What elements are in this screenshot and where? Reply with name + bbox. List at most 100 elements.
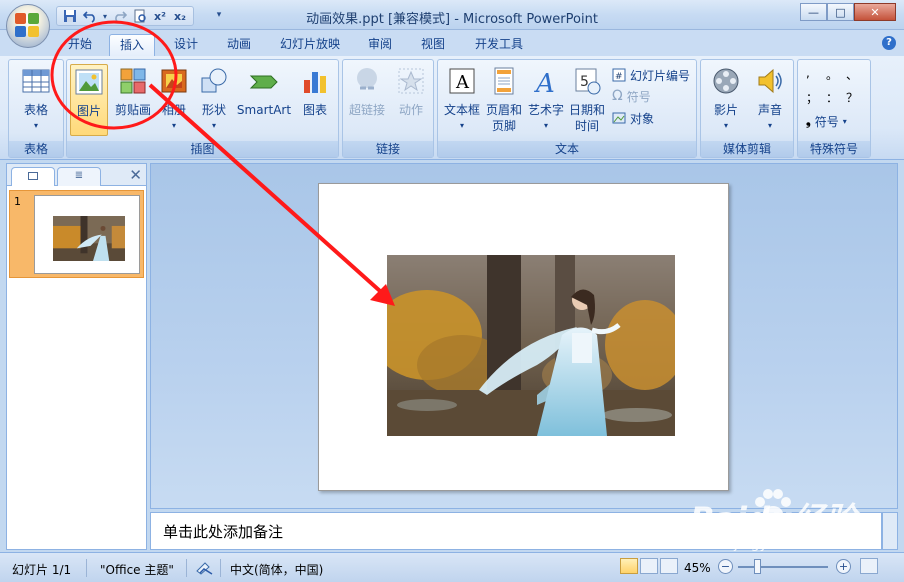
smartart-button[interactable]: SmartArt [235, 64, 293, 118]
zoom-level[interactable]: 45% [684, 561, 711, 575]
speaker-icon [758, 68, 782, 94]
group-label-table: 表格 [9, 141, 63, 157]
ribbon: 表格 ▾ 表格 图片 剪贴画 相册 ▾ 形状 ▾ SmartArt 图表 插图 … [0, 56, 904, 160]
symbol-button[interactable]: Ω 符号 [612, 87, 651, 105]
spellcheck-icon[interactable] [196, 561, 214, 578]
slideshow-view-button[interactable] [660, 558, 678, 574]
divider [86, 559, 87, 577]
action-star-icon [398, 68, 424, 94]
action-button[interactable]: 动作 [391, 64, 431, 118]
divider [186, 559, 187, 577]
office-logo-icon [15, 13, 41, 39]
header-footer-icon [494, 67, 514, 95]
tab-view[interactable]: 视图 [411, 34, 455, 56]
group-media: 影片 ▾ 声音 ▾ 媒体剪辑 [700, 59, 794, 158]
minimize-button[interactable]: — [800, 3, 827, 21]
slides-panel: ≣ ✕ 1 [6, 163, 147, 550]
table-button[interactable]: 表格 ▾ [13, 64, 59, 134]
tab-slides[interactable] [11, 167, 55, 186]
shapes-icon [201, 68, 227, 93]
photo-image [387, 255, 675, 436]
zoom-out-button[interactable]: − [718, 559, 733, 574]
tab-animations[interactable]: 动画 [217, 34, 261, 56]
tab-developer[interactable]: 开发工具 [465, 34, 533, 56]
dropdown-arrow-icon: ▾ [543, 121, 548, 130]
punct-colon[interactable]: ： [826, 89, 846, 106]
object-icon [612, 112, 626, 124]
divider [220, 559, 221, 577]
outline-tab-icon: ≣ [74, 170, 84, 181]
notes-placeholder: 单击此处添加备注 [163, 523, 284, 541]
zoom-slider-thumb[interactable] [754, 559, 761, 574]
dropdown-arrow-icon: ▾ [171, 121, 176, 130]
dropdown-arrow-icon: ▾ [767, 121, 772, 130]
object-button[interactable]: 对象 [612, 109, 654, 127]
slide-thumbnail-selected[interactable]: 1 [9, 190, 144, 278]
dropdown-arrow-icon: ▾ [211, 121, 216, 130]
slide-number-icon: # [612, 68, 626, 82]
watermark-url: jingyan.baidu.com [734, 536, 864, 552]
textbox-icon: A [449, 68, 475, 94]
slide-sorter-view-button[interactable] [640, 558, 658, 574]
group-label-illustrations: 插图 [67, 141, 338, 157]
close-icon[interactable]: ✕ [129, 166, 142, 184]
calendar-clock-icon: 5 [575, 68, 601, 95]
table-icon [22, 69, 50, 93]
sound-button[interactable]: 声音 ▾ [749, 64, 791, 134]
zoom-slider-track[interactable] [738, 566, 828, 568]
hyperlink-button[interactable]: 超链接 [345, 64, 389, 118]
punct-semicolon[interactable]: ； [806, 89, 826, 106]
svg-text:#: # [615, 72, 623, 82]
movie-button[interactable]: 影片 ▾ [705, 64, 747, 134]
punctuation-grid: , 。 、 ； ： ？ [806, 66, 866, 106]
help-icon[interactable]: ? [882, 36, 896, 50]
group-special-symbols: , 。 、 ； ： ？ ❟ 符号 ▾ 特殊符号 [797, 59, 871, 158]
hyperlink-icon [357, 68, 377, 90]
album-button[interactable]: 相册 ▾ [157, 64, 191, 134]
group-label-links: 链接 [343, 141, 433, 157]
textbox-button[interactable]: A 文本框 ▾ [440, 64, 484, 134]
header-footer-button[interactable]: 页眉和 页脚 [484, 64, 524, 134]
punct-comma[interactable]: , [806, 66, 826, 83]
tab-home[interactable]: 开始 [58, 34, 102, 56]
slide-number-button[interactable]: # 幻灯片编号 [612, 66, 690, 84]
wordart-button[interactable]: A 艺术字 ▾ [526, 64, 566, 134]
dropdown-arrow-icon: ▾ [723, 121, 728, 130]
thumbnail-photo [53, 216, 125, 261]
watermark-text: Baidu经验 [690, 500, 857, 538]
punct-question[interactable]: ？ [846, 89, 866, 106]
slides-tab-icon [28, 172, 38, 180]
status-language[interactable]: 中文(简体，中国) [230, 561, 323, 578]
tab-review[interactable]: 审阅 [358, 34, 402, 56]
maximize-button[interactable]: □ [827, 3, 854, 21]
dropdown-arrow-icon: ▾ [842, 116, 847, 126]
datetime-button[interactable]: 5 日期和 时间 [566, 64, 608, 134]
chart-button[interactable]: 图表 [295, 64, 335, 118]
fit-to-window-button[interactable] [860, 558, 878, 574]
ribbon-tabs: 开始 插入 设计 动画 幻灯片放映 审阅 视图 开发工具 ? [0, 30, 904, 56]
clipart-button[interactable]: 剪贴画 [111, 64, 155, 118]
punct-period[interactable]: 。 [826, 66, 846, 83]
clipart-icon [120, 68, 146, 94]
slide-thumbnail[interactable] [34, 195, 140, 274]
office-button[interactable] [6, 4, 50, 48]
photo-album-icon [161, 69, 187, 93]
window-controls: — □ ✕ [800, 3, 896, 21]
slide-photo[interactable] [387, 255, 675, 436]
tab-slideshow[interactable]: 幻灯片放映 [270, 34, 350, 56]
slide-number-label: 1 [14, 195, 21, 208]
dropdown-arrow-icon: ▾ [33, 121, 38, 130]
shapes-button[interactable]: 形状 ▾ [195, 64, 233, 134]
special-symbol-button[interactable]: ❟ 符号 ▾ [806, 112, 847, 130]
picture-button[interactable]: 图片 [70, 64, 108, 136]
close-button[interactable]: ✕ [854, 3, 896, 21]
tab-design[interactable]: 设计 [164, 34, 208, 56]
tab-insert[interactable]: 插入 [109, 34, 156, 56]
normal-view-button[interactable] [620, 558, 638, 574]
tab-outline[interactable]: ≣ [57, 167, 101, 186]
group-label-text: 文本 [438, 141, 696, 157]
title-bar: ▾ x² x₂ ▾ 动画效果.ppt [兼容模式] - Microsoft Po… [0, 0, 904, 30]
zoom-in-button[interactable]: + [836, 559, 851, 574]
group-links: 超链接 动作 链接 [342, 59, 434, 158]
punct-dun[interactable]: 、 [846, 66, 866, 83]
